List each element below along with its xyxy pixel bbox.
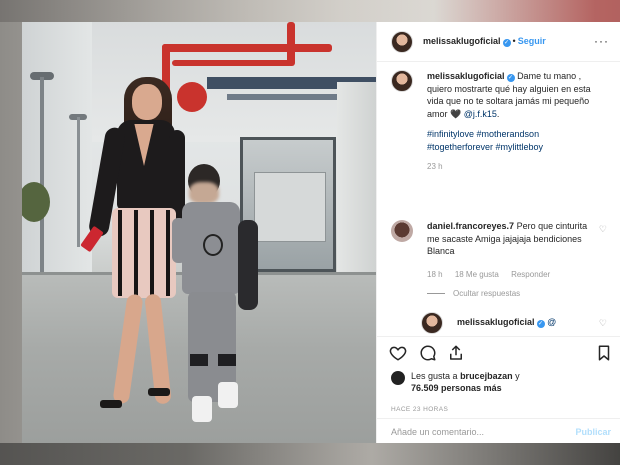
bookmark-icon[interactable] [595, 344, 613, 362]
boy-face-blurred [189, 182, 219, 204]
post-side-panel: melissaklugoficial ✓ • Seguir ··· melissakl… [376, 22, 620, 443]
caption-author-avatar[interactable] [391, 70, 413, 92]
reply-button[interactable]: Responder [511, 270, 550, 279]
reply-text: @ [547, 317, 557, 327]
woman-face [132, 84, 162, 120]
comments-scroll-area[interactable]: melissaklugoficial ✓ Dame tu mano , quier… [377, 62, 620, 354]
more-options-icon[interactable]: ··· [594, 34, 609, 48]
commenter-avatar[interactable] [391, 220, 413, 242]
likes-text: Les gusta a brucejbazan y 76.509 persona… [411, 370, 601, 394]
comment-like-heart-icon[interactable]: ♡ [599, 224, 607, 235]
reply-author-avatar[interactable] [421, 312, 443, 334]
likes-conj: y [515, 371, 520, 381]
verified-badge-icon: ✓ [536, 320, 545, 328]
caption-time: 23 h [427, 162, 443, 171]
blurred-bottom-strip [0, 443, 620, 465]
likes-summary: Les gusta a brucejbazan y 76.509 persona… [377, 368, 620, 402]
boy-knee-patch [190, 354, 208, 366]
comment-likes[interactable]: 18 Me gusta [455, 270, 499, 279]
street-lamp-post [40, 77, 44, 272]
boy-shoe [192, 396, 212, 422]
red-pipe [162, 44, 332, 52]
hide-replies-button[interactable]: Ocultar respuestas [427, 289, 520, 298]
woman-shoe [100, 400, 122, 408]
boy-shoe [218, 382, 238, 408]
likes-prefix: Les gusta a [411, 371, 458, 381]
liker-avatar[interactable] [391, 371, 405, 385]
comment-time: 18 h [427, 270, 443, 279]
skirt-stripe [118, 210, 122, 296]
comment-meta: 18 h 18 Me gusta Responder [427, 270, 560, 279]
post-photo[interactable] [22, 22, 376, 443]
red-pipe [172, 60, 292, 66]
caption-hashtags[interactable]: #infinitylove #motherandson #togetherfor… [427, 128, 607, 153]
right-wall [337, 82, 376, 297]
caption-mention[interactable]: @j.f.k15 [464, 109, 497, 119]
verified-badge-icon: ✓ [502, 39, 511, 47]
likes-suffix[interactable]: personas más [441, 383, 502, 393]
publish-button[interactable]: Publicar [575, 427, 611, 437]
heart-outline-icon[interactable] [389, 344, 407, 362]
caption: melissaklugoficial ✓ Dame tu mano , quier… [427, 70, 607, 174]
street-lamp-post [77, 117, 80, 247]
author-avatar[interactable] [391, 31, 413, 53]
caption-username[interactable]: melissaklugoficial [427, 71, 505, 81]
comment-username[interactable]: daniel.francoreyes.7 [427, 221, 514, 231]
red-pipe [287, 22, 295, 66]
woman-shoe [148, 388, 170, 396]
reply-comment: melissaklugoficial ✓ @ [457, 316, 620, 329]
reply-username[interactable]: melissaklugoficial [457, 317, 535, 327]
header-line: melissaklugoficial ✓ • Seguir [423, 36, 546, 47]
post-timestamp[interactable]: HACE 23 HORAS [391, 406, 448, 413]
blurred-top-strip [0, 0, 620, 22]
author-username[interactable]: melissaklugoficial [423, 36, 501, 46]
black-heart-emoji: 🖤 [450, 108, 462, 119]
left-wall [22, 22, 92, 272]
comment-input[interactable]: Añade un comentario... [391, 427, 484, 437]
comment: daniel.francoreyes.7 Pero que cinturita … [427, 220, 597, 258]
red-pipe-valve [177, 82, 207, 112]
share-icon[interactable] [447, 344, 465, 362]
liker-username[interactable]: brucejbazan [460, 371, 513, 381]
add-comment-bar: Añade un comentario... Publicar [377, 418, 620, 443]
follow-button[interactable]: Seguir [518, 36, 546, 46]
reply-like-heart-icon[interactable]: ♡ [599, 318, 607, 329]
gray-wall-panel [254, 172, 326, 242]
separator: • [512, 36, 516, 46]
skirt-stripe [134, 210, 138, 296]
boy-knee-patch [218, 354, 236, 366]
hoodie-logo [203, 234, 223, 256]
likes-count[interactable]: 76.509 [411, 383, 439, 393]
post-header: melissaklugoficial ✓ • Seguir ··· [377, 22, 620, 62]
skirt-stripe [166, 210, 170, 296]
caption-mention-tail: . [496, 108, 500, 119]
action-bar [377, 336, 620, 368]
verified-badge-icon: ✓ [506, 74, 515, 82]
skirt-stripe [150, 210, 154, 296]
boy-right-arm [238, 220, 258, 310]
speech-bubble-icon[interactable] [419, 344, 437, 362]
